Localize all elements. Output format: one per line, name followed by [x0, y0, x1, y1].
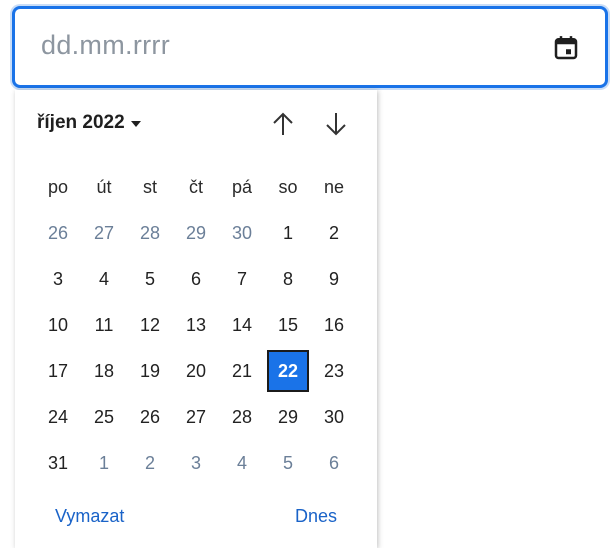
day-cell[interactable]: 2	[311, 210, 357, 256]
today-button[interactable]: Dnes	[295, 506, 337, 527]
month-year-select[interactable]: říjen 2022	[37, 112, 141, 134]
day-cell[interactable]: 7	[219, 256, 265, 302]
weekday-label: pá	[231, 176, 253, 197]
day-cell-other-month[interactable]: 26	[35, 210, 81, 256]
day-cell[interactable]: 4	[81, 256, 127, 302]
day-cell-other-month[interactable]: 3	[173, 440, 219, 486]
calendar-popup: říjen 2022 po út st čt pá so ne 26 27 28 29…	[15, 90, 377, 548]
day-cell[interactable]: 5	[127, 256, 173, 302]
calendar-grid: po út st čt pá so ne 26 27 28 29 30 1 2 3 4 5 6 7 8 9…	[35, 164, 359, 486]
day-cell-other-month[interactable]: 4	[219, 440, 265, 486]
day-cell[interactable]: 12	[127, 302, 173, 348]
day-cell[interactable]: 19	[127, 348, 173, 394]
caret-down-icon	[130, 121, 141, 127]
day-cell[interactable]: 8	[265, 256, 311, 302]
arrow-up-icon[interactable]	[267, 108, 299, 140]
date-input[interactable]: dd.mm.rrrr	[12, 6, 608, 88]
day-cell[interactable]: 23	[311, 348, 357, 394]
day-cell-other-month[interactable]: 1	[81, 440, 127, 486]
day-cell[interactable]: 18	[81, 348, 127, 394]
clear-button[interactable]: Vymazat	[55, 506, 124, 527]
day-cell[interactable]: 27	[173, 394, 219, 440]
day-cell[interactable]: 3	[35, 256, 81, 302]
day-cell-selected[interactable]: 22	[267, 350, 309, 392]
day-cell[interactable]: 31	[35, 440, 81, 486]
day-cell[interactable]: 29	[265, 394, 311, 440]
day-cell-other-month[interactable]: 5	[265, 440, 311, 486]
day-cell[interactable]: 10	[35, 302, 81, 348]
arrow-down-icon[interactable]	[320, 108, 352, 140]
day-cell[interactable]: 16	[311, 302, 357, 348]
weekday-label: ne	[323, 176, 345, 197]
day-cell-other-month[interactable]: 28	[127, 210, 173, 256]
day-cell[interactable]: 30	[311, 394, 357, 440]
day-cell-other-month[interactable]: 2	[127, 440, 173, 486]
day-cell[interactable]: 25	[81, 394, 127, 440]
day-cell-other-month[interactable]: 29	[173, 210, 219, 256]
weekday-label: út	[96, 176, 112, 197]
month-year-label: říjen 2022	[37, 112, 125, 133]
day-cell[interactable]: 11	[81, 302, 127, 348]
day-cell[interactable]: 1	[265, 210, 311, 256]
weekday-label: po	[47, 176, 69, 197]
day-cell-other-month[interactable]: 27	[81, 210, 127, 256]
day-cell[interactable]: 20	[173, 348, 219, 394]
day-cell[interactable]: 9	[311, 256, 357, 302]
calendar-icon[interactable]	[551, 33, 581, 63]
day-cell[interactable]: 21	[219, 348, 265, 394]
day-cell[interactable]: 14	[219, 302, 265, 348]
day-cell[interactable]: 26	[127, 394, 173, 440]
day-cell[interactable]: 6	[173, 256, 219, 302]
weekday-label: čt	[188, 176, 203, 197]
day-cell[interactable]: 13	[173, 302, 219, 348]
day-cell[interactable]: 28	[219, 394, 265, 440]
day-cell[interactable]: 24	[35, 394, 81, 440]
date-placeholder[interactable]: dd.mm.rrrr	[41, 30, 170, 61]
day-cell[interactable]: 17	[35, 348, 81, 394]
weekday-label: st	[142, 176, 157, 197]
day-cell[interactable]: 15	[265, 302, 311, 348]
weekday-label: so	[278, 176, 298, 197]
day-cell-other-month[interactable]: 30	[219, 210, 265, 256]
day-cell-other-month[interactable]: 6	[311, 440, 357, 486]
